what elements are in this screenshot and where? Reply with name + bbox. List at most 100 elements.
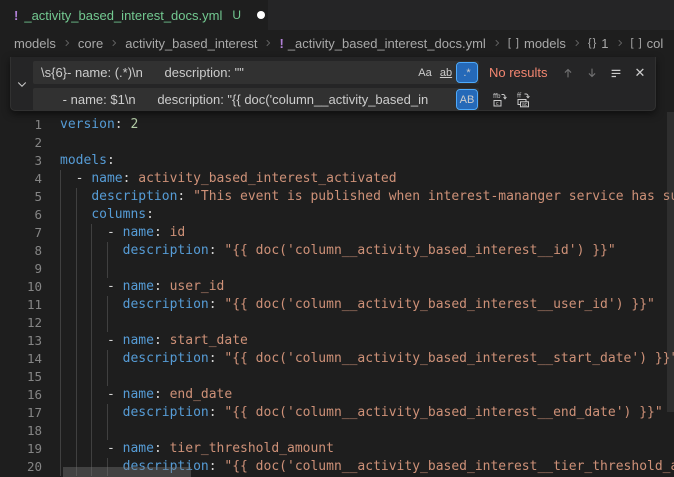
vertical-scrollbar[interactable] (667, 112, 674, 412)
breadcrumb-item[interactable]: models (14, 36, 56, 51)
code-text: - name: end_date (60, 386, 232, 404)
git-untracked-badge: U (232, 8, 241, 22)
line-number[interactable]: 3 (0, 152, 42, 170)
code-line: 9 (0, 260, 674, 278)
line-number[interactable]: 14 (0, 350, 42, 368)
code-line: 5 description: "This event is published … (0, 188, 674, 206)
chevron-right-icon (109, 38, 119, 48)
editor-code-area[interactable]: 1version: 223 models:4 - name: activity_b… (0, 116, 674, 477)
code-text: description: "{{ doc('column__activity_b… (60, 242, 616, 260)
line-number[interactable]: 8 (0, 242, 42, 260)
indent-guide (76, 314, 77, 332)
chevron-right-icon (615, 38, 625, 48)
replace-button[interactable]: ﬀb c (489, 89, 511, 111)
line-number[interactable]: 16 (0, 386, 42, 404)
chevron-right-icon (572, 38, 582, 48)
selection-icon (609, 66, 623, 80)
line-number[interactable]: 2 (0, 134, 42, 152)
line-number[interactable]: 11 (0, 296, 42, 314)
tab-active-file[interactable]: ! _activity_based_interest_docs.yml U (0, 0, 268, 30)
line-number[interactable]: 1 (0, 116, 42, 134)
line-number[interactable]: 9 (0, 260, 42, 278)
svg-text:ﬀ: ﬀ (517, 92, 522, 99)
indent-guide (60, 422, 61, 440)
code-line: 11 description: "{{ doc('column__activit… (0, 296, 674, 314)
breadcrumb-item[interactable]: [ ]models (508, 36, 566, 51)
chevron-right-icon (263, 38, 273, 48)
code-line: 2 (0, 134, 674, 152)
line-number[interactable]: 7 (0, 224, 42, 242)
code-line: 4 - name: activity_based_interest_activa… (0, 170, 674, 188)
replace-all-button[interactable]: ﬀ ac (513, 89, 535, 111)
preserve-case-toggle[interactable]: AB (457, 90, 477, 109)
tab-bar: ! _activity_based_interest_docs.yml U (0, 0, 674, 30)
code-text: - name: tier_threshold_amount (60, 440, 334, 458)
svg-text:ac: ac (522, 102, 528, 108)
line-number[interactable]: 18 (0, 422, 42, 440)
regex-toggle[interactable]: .* (457, 63, 477, 82)
code-line: 3 models: (0, 152, 674, 170)
breadcrumb-item[interactable]: {} 1 (588, 36, 609, 51)
replace-all-icon: ﬀ ac (516, 92, 532, 108)
breadcrumb-item[interactable]: [ ]col (631, 36, 664, 51)
code-line: 13 - name: start_date (0, 332, 674, 350)
breadcrumb-item[interactable]: activity_based_interest (125, 36, 257, 51)
chevron-down-icon (16, 78, 28, 90)
code-line: 7 - name: id (0, 224, 674, 242)
breadcrumb-label: _activity_based_interest_docs.yml (288, 36, 486, 51)
breadcrumb-item[interactable]: ! _activity_based_interest_docs.yml (279, 36, 485, 51)
close-icon: ✕ (635, 65, 646, 81)
code-text: description: "This event is published wh… (60, 188, 674, 206)
close-find-widget-button[interactable]: ✕ (629, 62, 651, 84)
breadcrumb: models core activity_based_interest! _activ… (0, 30, 674, 56)
code-line: 1version: 2 (0, 116, 674, 134)
code-text: description: "{{ doc('column__activity_b… (60, 296, 655, 314)
code-text: columns: (60, 206, 154, 224)
line-number[interactable]: 6 (0, 206, 42, 224)
line-number[interactable]: 4 (0, 170, 42, 188)
find-input[interactable] (33, 61, 414, 84)
line-number[interactable]: 17 (0, 404, 42, 422)
find-in-selection-button[interactable] (605, 62, 627, 84)
replace-input[interactable] (33, 88, 456, 111)
previous-match-button[interactable] (557, 62, 579, 84)
code-line: 19 - name: tier_threshold_amount (0, 440, 674, 458)
horizontal-scrollbar[interactable] (63, 467, 191, 477)
chevron-right-icon (62, 38, 72, 48)
line-number[interactable]: 5 (0, 188, 42, 206)
indent-guide (91, 368, 92, 386)
find-input-box: Aa ab .* (33, 61, 479, 84)
breadcrumb-label: 1 (601, 36, 608, 51)
code-text: description: "{{ doc('column__activity_b… (60, 404, 663, 422)
code-line: 18 (0, 422, 674, 440)
indent-guide (107, 260, 108, 278)
line-number[interactable]: 15 (0, 368, 42, 386)
line-number[interactable]: 10 (0, 278, 42, 296)
unsaved-changes-dot-icon[interactable] (257, 11, 265, 19)
code-line: 6 columns: (0, 206, 674, 224)
yaml-file-icon: ! (14, 8, 18, 23)
indent-guide (91, 314, 92, 332)
indent-guide (107, 422, 108, 440)
code-line: 15 (0, 368, 674, 386)
code-text: models: (60, 152, 115, 170)
toggle-replace-button[interactable] (11, 57, 33, 110)
breadcrumb-item[interactable]: core (78, 36, 103, 51)
find-results-count: No results (489, 65, 555, 80)
line-number[interactable]: 13 (0, 332, 42, 350)
match-case-toggle[interactable]: Aa (415, 63, 435, 82)
next-match-button[interactable] (581, 62, 603, 84)
line-number[interactable]: 20 (0, 458, 42, 476)
arrow-up-icon (561, 66, 575, 80)
indent-guide (91, 260, 92, 278)
whole-word-toggle[interactable]: ab (436, 63, 456, 82)
breadcrumb-label: col (647, 36, 664, 51)
yaml-file-icon: ! (279, 36, 283, 51)
svg-text:ﬀb: ﬀb (493, 93, 501, 100)
line-number[interactable]: 19 (0, 440, 42, 458)
code-text: description: "{{ doc('column__activity_b… (60, 350, 674, 368)
line-number[interactable]: 12 (0, 314, 42, 332)
indent-guide (60, 314, 61, 332)
indent-guide (91, 422, 92, 440)
symbol-object-icon: {} (588, 37, 597, 49)
